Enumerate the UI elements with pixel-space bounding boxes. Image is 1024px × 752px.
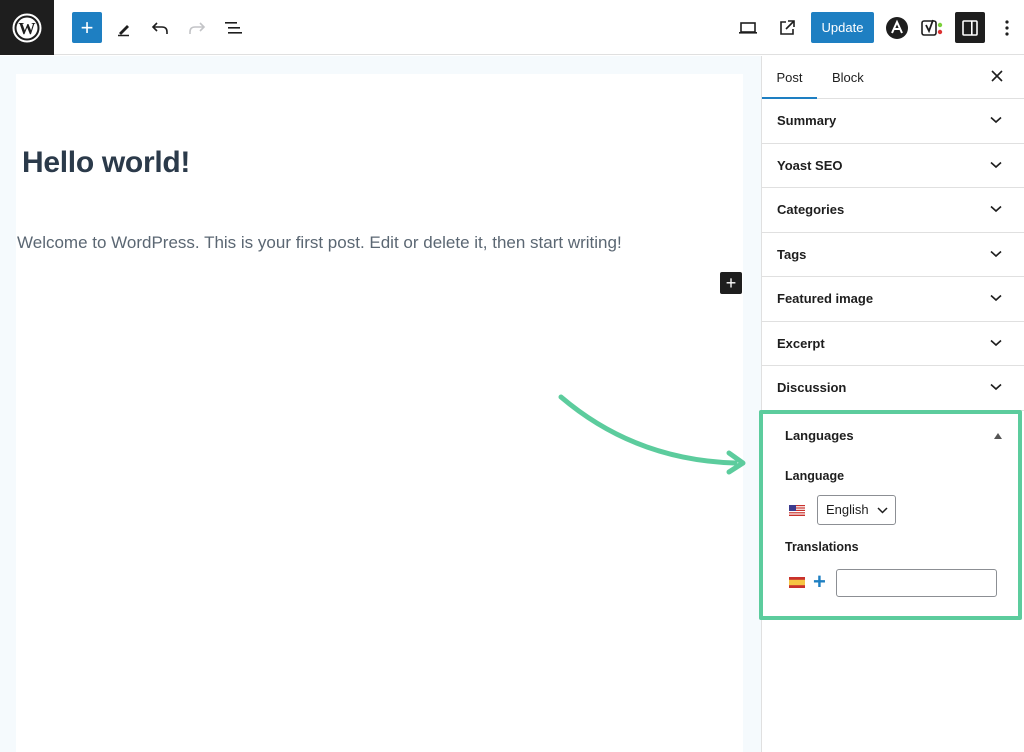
panel-featured-image[interactable]: Featured image (762, 277, 1024, 322)
panel-categories[interactable]: Categories (762, 188, 1024, 233)
pencil-icon (118, 24, 129, 36)
panel-label: Yoast SEO (777, 157, 843, 173)
panel-label: Discussion (777, 380, 847, 396)
list-view-button[interactable] (220, 12, 248, 43)
redo-icon (189, 21, 206, 34)
list-view-icon (225, 21, 242, 34)
panel-label: Summary (777, 113, 837, 129)
wordpress-logo-icon: W (12, 13, 42, 42)
chevron-down-icon (990, 161, 1002, 168)
redo-button[interactable] (183, 12, 211, 43)
chevron-down-icon (990, 116, 1002, 124)
chevron-down-icon (990, 250, 1002, 257)
flag-es-icon (789, 577, 805, 588)
panel-label: Featured image (777, 291, 874, 307)
language-select-value: English (826, 502, 869, 517)
external-link-icon (780, 19, 795, 35)
yoast-icon (921, 19, 943, 36)
panel-label: Tags (777, 246, 807, 262)
tools-button[interactable] (110, 12, 138, 43)
add-block-button[interactable]: + (720, 272, 742, 294)
panel-yoast-seo[interactable]: Yoast SEO (762, 144, 1024, 188)
wordpress-logo-button[interactable]: W (0, 0, 54, 55)
settings-sidebar-button[interactable] (955, 12, 985, 43)
yoast-seo-button[interactable] (919, 12, 947, 43)
collapse-caret-icon[interactable] (994, 433, 1002, 439)
panel-tags[interactable]: Tags (762, 233, 1024, 277)
astra-icon (886, 16, 908, 39)
preview-button[interactable] (734, 12, 762, 43)
undo-button[interactable] (146, 12, 174, 43)
post-paragraph[interactable]: Welcome to WordPress. This is your first… (17, 233, 622, 253)
sidebar-tabs: Post Block (762, 56, 1024, 99)
chevron-down-icon (990, 383, 1002, 391)
block-inserter-button[interactable]: + (72, 12, 102, 43)
curved-arrow-icon (558, 394, 746, 475)
tab-post[interactable]: Post (762, 56, 817, 99)
options-menu-button[interactable] (993, 12, 1021, 43)
chevron-down-icon (990, 339, 1002, 346)
close-icon[interactable] (990, 69, 1004, 83)
add-translation-button[interactable]: + (813, 571, 826, 593)
view-post-button[interactable] (773, 12, 801, 43)
update-button[interactable]: Update (811, 12, 874, 43)
chevron-down-icon (990, 205, 1002, 213)
language-label: Language (785, 469, 845, 483)
chevron-down-icon (877, 507, 888, 514)
desktop-preview-icon (739, 21, 757, 34)
kebab-menu-icon (1005, 19, 1009, 36)
flag-us-icon (789, 505, 805, 516)
tab-block[interactable]: Block (832, 56, 864, 99)
post-title[interactable]: Hello world! (22, 146, 190, 180)
translation-search-input[interactable] (836, 569, 997, 597)
settings-sidebar-icon (962, 19, 978, 36)
svg-text:W: W (19, 19, 36, 38)
panel-discussion[interactable]: Discussion (762, 366, 1024, 411)
panel-label: Categories (777, 202, 845, 218)
language-select[interactable]: English (817, 495, 896, 525)
editor-toolbar: W + Update (0, 0, 1024, 55)
panel-label: Excerpt (777, 335, 825, 351)
astra-settings-button[interactable] (883, 12, 911, 43)
panel-languages: Languages Language English Translations … (759, 410, 1022, 620)
translations-label: Translations (785, 540, 859, 554)
settings-sidebar: Post Block Summary Yoast SEO Categories … (761, 56, 1024, 752)
undo-icon (151, 21, 168, 34)
panel-excerpt[interactable]: Excerpt (762, 322, 1024, 366)
languages-panel-title[interactable]: Languages (785, 428, 854, 443)
chevron-down-icon (990, 294, 1002, 302)
panel-summary[interactable]: Summary (762, 99, 1024, 144)
